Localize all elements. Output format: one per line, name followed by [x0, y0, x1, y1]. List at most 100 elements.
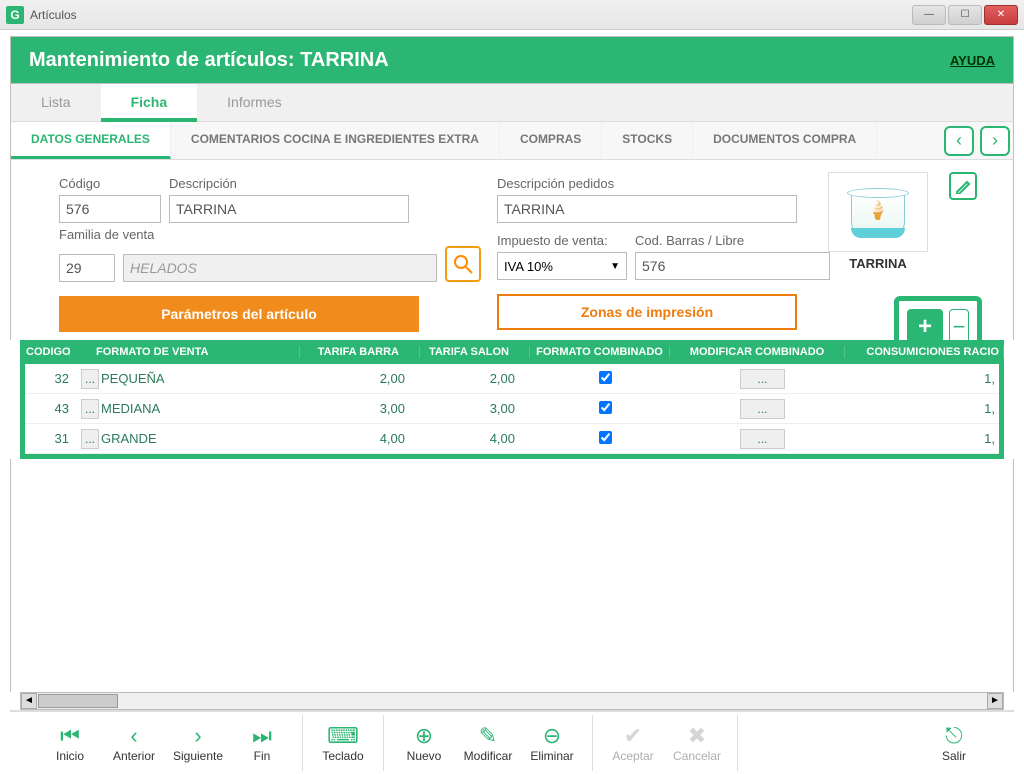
subtab-next[interactable]: ›	[980, 126, 1010, 156]
subtab-prev[interactable]: ‹	[944, 126, 974, 156]
formats-table: CODIGO FORMATO DE VENTA TARIFA BARRA TAR…	[20, 340, 1004, 459]
subtab-compras[interactable]: COMPRAS	[500, 122, 602, 159]
cancel-circle-icon: ✖	[688, 723, 706, 749]
tab-informes[interactable]: Informes	[197, 84, 311, 121]
siguiente-button[interactable]: ›Siguiente	[166, 723, 230, 763]
subtab-comentarios[interactable]: COMENTARIOS COCINA E INGREDIENTES EXTRA	[171, 122, 500, 159]
modificar-button[interactable]: ✎Modificar	[456, 723, 520, 763]
nuevo-button[interactable]: ⊕Nuevo	[392, 723, 456, 763]
modify-combined-button[interactable]: ...	[740, 369, 784, 389]
bottom-toolbar: ⏮Inicio ‹Anterior ›Siguiente ⏭Fin ⌨Tecla…	[10, 710, 1014, 774]
codbarras-input[interactable]	[635, 252, 830, 280]
impuesto-select[interactable]: IVA 10% ▼	[497, 252, 627, 280]
cell-tbarra: 2,00	[305, 371, 425, 386]
caret-down-icon: ▼	[610, 261, 620, 272]
comb-checkbox[interactable]	[599, 371, 612, 384]
row-menu-button[interactable]: ...	[75, 429, 95, 449]
row-menu-button[interactable]: ...	[75, 399, 95, 419]
cell-fcomb	[535, 401, 675, 417]
descpedidos-input[interactable]	[497, 195, 797, 223]
aceptar-button: ✔Aceptar	[601, 723, 665, 763]
th-formato: FORMATO DE VENTA	[90, 346, 300, 358]
window-titlebar: G Artículos — ☐ ✕	[0, 0, 1024, 30]
scroll-left[interactable]: ◄	[21, 693, 37, 709]
th-tsalon: TARIFA SALON	[420, 346, 530, 358]
table-row[interactable]: 31...GRANDE4,004,00...1,	[25, 424, 999, 454]
scroll-right[interactable]: ►	[987, 693, 1003, 709]
cell-formato: PEQUEÑA	[95, 371, 305, 386]
parametros-button[interactable]: Parámetros del artículo	[59, 296, 419, 332]
main-tabs: Lista Ficha Informes	[10, 84, 1014, 122]
cell-cons: 1,	[850, 431, 999, 446]
product-image: 🍦	[828, 172, 928, 252]
comb-checkbox[interactable]	[599, 401, 612, 414]
sub-tabs-bar: DATOS GENERALES COMENTARIOS COCINA E ING…	[10, 122, 1014, 160]
fin-button[interactable]: ⏭Fin	[230, 723, 294, 763]
teclado-button[interactable]: ⌨Teclado	[311, 723, 375, 763]
descripcion-label: Descripción	[169, 176, 481, 191]
zonas-button[interactable]: Zonas de impresión	[497, 294, 797, 330]
comb-checkbox[interactable]	[599, 431, 612, 444]
page-title: Mantenimiento de artículos: TARRINA	[29, 49, 950, 72]
modify-combined-button[interactable]: ...	[740, 429, 784, 449]
prev-icon: ‹	[130, 723, 137, 749]
familia-search-button[interactable]	[445, 246, 481, 282]
cell-mcomb: ...	[675, 369, 850, 389]
help-link[interactable]: AYUDA	[950, 53, 995, 68]
modify-combined-button[interactable]: ...	[740, 399, 784, 419]
subtab-documentos[interactable]: DOCUMENTOS COMPRA	[693, 122, 877, 159]
exit-icon: ⎋	[945, 723, 962, 749]
tab-lista[interactable]: Lista	[11, 84, 101, 121]
inicio-button[interactable]: ⏮Inicio	[38, 723, 102, 763]
scroll-thumb[interactable]	[38, 694, 118, 708]
descpedidos-label: Descripción pedidos	[497, 176, 797, 191]
window-maximize[interactable]: ☐	[948, 5, 982, 25]
cell-tsalon: 3,00	[425, 401, 535, 416]
salir-button[interactable]: ⎋Salir	[922, 723, 986, 763]
subtab-datos-generales[interactable]: DATOS GENERALES	[11, 122, 171, 159]
descripcion-input[interactable]	[169, 195, 409, 223]
table-row[interactable]: 43...MEDIANA3,003,00...1,	[25, 394, 999, 424]
th-tbarra: TARIFA BARRA	[300, 346, 420, 358]
header-band: Mantenimiento de artículos: TARRINA AYUD…	[10, 36, 1014, 84]
codigo-label: Código	[59, 176, 161, 191]
th-codigo: CODIGO	[20, 346, 70, 358]
form-area: Código Descripción Familia de venta Pará…	[10, 160, 1014, 340]
th-cons: CONSUMICIONES RACIO	[845, 346, 1004, 358]
window-minimize[interactable]: —	[912, 5, 946, 25]
cell-tbarra: 3,00	[305, 401, 425, 416]
first-icon: ⏮	[60, 723, 80, 749]
codigo-input[interactable]	[59, 195, 161, 223]
cell-codigo: 31	[25, 431, 75, 446]
pencil-icon	[955, 178, 971, 194]
cell-mcomb: ...	[675, 399, 850, 419]
familia-code-input[interactable]	[59, 254, 115, 282]
familia-name-input	[123, 254, 437, 282]
cell-codigo: 43	[25, 401, 75, 416]
cell-formato: MEDIANA	[95, 401, 305, 416]
window-close[interactable]: ✕	[984, 5, 1018, 25]
row-menu-button[interactable]: ...	[75, 369, 95, 389]
eliminar-button[interactable]: ⊖Eliminar	[520, 723, 584, 763]
table-row[interactable]: 32...PEQUEÑA2,002,00...1,	[25, 364, 999, 394]
cell-tbarra: 4,00	[305, 431, 425, 446]
anterior-button[interactable]: ‹Anterior	[102, 723, 166, 763]
tab-ficha[interactable]: Ficha	[101, 84, 198, 121]
check-circle-icon: ✔	[624, 723, 642, 749]
cup-icon: 🍦	[843, 182, 913, 242]
cancelar-button: ✖Cancelar	[665, 723, 729, 763]
plus-circle-icon: ⊕	[415, 723, 433, 749]
subtab-stocks[interactable]: STOCKS	[602, 122, 693, 159]
app-icon: G	[6, 6, 24, 24]
cell-cons: 1,	[850, 371, 999, 386]
edit-icon: ✎	[479, 723, 497, 749]
codbarras-label: Cod. Barras / Libre	[635, 233, 830, 248]
familia-label: Familia de venta	[59, 227, 481, 242]
last-icon: ⏭	[252, 723, 272, 749]
product-label: TARRINA	[849, 256, 907, 271]
cell-fcomb	[535, 371, 675, 387]
table-hscroll[interactable]: ◄ ►	[20, 692, 1004, 710]
edit-image-button[interactable]	[949, 172, 977, 200]
cell-mcomb: ...	[675, 429, 850, 449]
search-icon	[452, 253, 474, 275]
